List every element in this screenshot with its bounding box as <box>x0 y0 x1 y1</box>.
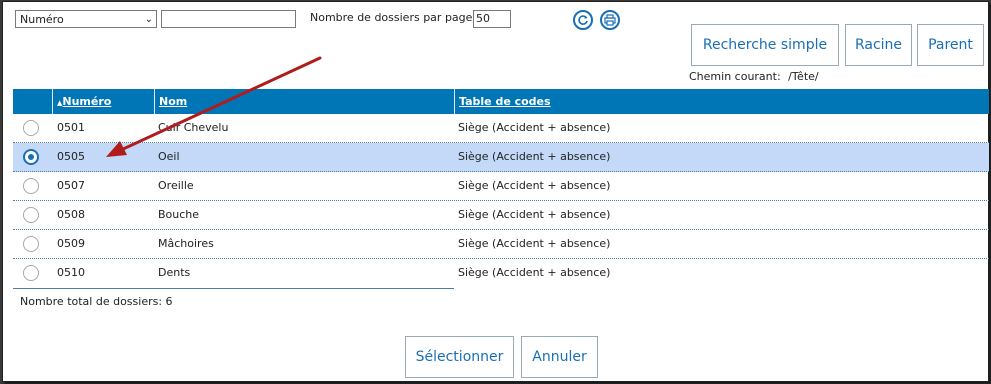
cancel-button[interactable]: Annuler <box>521 336 598 378</box>
root-button[interactable]: Racine <box>845 24 912 66</box>
column-header-nom[interactable]: Nom <box>154 89 454 114</box>
row-radio[interactable] <box>23 265 39 281</box>
table-row[interactable]: 0507 Oreille Siège (Accident + absence) <box>13 172 989 201</box>
cell-numero: 0501 <box>57 121 85 134</box>
row-radio[interactable] <box>23 236 39 252</box>
table-header: ▲Numéro Nom Table de codes <box>13 89 989 114</box>
column-header-table-label: Table de codes <box>459 95 551 108</box>
total-count: Nombre total de dossiers: 6 <box>20 295 173 308</box>
cell-nom: Dents <box>158 266 191 279</box>
per-page-label: Nombre de dossiers par page: <box>310 11 477 24</box>
table-row[interactable]: 0501 Cuir Chevelu Siège (Accident + abse… <box>13 114 989 143</box>
row-radio[interactable] <box>23 207 39 223</box>
select-button[interactable]: Sélectionner <box>405 336 514 378</box>
table-row[interactable]: 0509 Mâchoires Siège (Accident + absence… <box>13 230 989 259</box>
parent-button[interactable]: Parent <box>917 24 984 66</box>
table-row[interactable]: 0510 Dents Siège (Accident + absence) <box>13 259 989 289</box>
cell-table: Siège (Accident + absence) <box>458 121 611 134</box>
cell-nom: Oeil <box>158 150 180 163</box>
cell-table: Siège (Accident + absence) <box>458 179 611 192</box>
simple-search-button[interactable]: Recherche simple <box>691 24 839 66</box>
cell-numero: 0507 <box>57 179 85 192</box>
table-row[interactable]: 0508 Bouche Siège (Accident + absence) <box>13 201 989 230</box>
sort-field-value: Numéro <box>20 13 64 26</box>
cell-nom: Cuir Chevelu <box>158 121 229 134</box>
cell-nom: Oreille <box>158 179 194 192</box>
print-icon[interactable] <box>600 10 620 30</box>
current-path-label: Chemin courant: <box>689 70 781 83</box>
search-input[interactable] <box>161 10 296 28</box>
cell-numero: 0509 <box>57 237 85 250</box>
cell-table: Siège (Accident + absence) <box>458 208 611 221</box>
column-header-nom-label: Nom <box>159 95 188 108</box>
current-path-value: /Tête/ <box>788 70 819 83</box>
dialog-window: Numéro ⌄ Nombre de dossiers par page: 50… <box>2 1 989 382</box>
cell-nom: Mâchoires <box>158 237 214 250</box>
current-path: Chemin courant: /Tête/ <box>689 70 819 83</box>
cell-table: Siège (Accident + absence) <box>458 237 611 250</box>
row-radio[interactable] <box>23 178 39 194</box>
chevron-down-icon: ⌄ <box>144 14 153 25</box>
row-radio[interactable] <box>23 120 39 136</box>
cell-nom: Bouche <box>158 208 200 221</box>
cell-table: Siège (Accident + absence) <box>458 266 611 279</box>
row-radio-checked[interactable] <box>23 149 39 165</box>
records-table: ▲Numéro Nom Table de codes 0501 Cuir Che… <box>13 89 989 289</box>
column-header-numero-label: Numéro <box>62 95 112 108</box>
column-header-numero[interactable]: ▲Numéro <box>52 89 154 114</box>
cell-numero: 0505 <box>57 150 85 163</box>
sort-field-select[interactable]: Numéro ⌄ <box>15 10 157 28</box>
column-header-table[interactable]: Table de codes <box>454 89 989 114</box>
refresh-icon[interactable] <box>573 10 593 30</box>
cell-table: Siège (Accident + absence) <box>458 150 611 163</box>
table-bottom-border <box>13 288 454 289</box>
table-row-selected[interactable]: 0505 Oeil Siège (Accident + absence) <box>13 143 989 172</box>
cell-numero: 0508 <box>57 208 85 221</box>
per-page-input[interactable]: 50 <box>473 10 511 28</box>
cell-numero: 0510 <box>57 266 85 279</box>
